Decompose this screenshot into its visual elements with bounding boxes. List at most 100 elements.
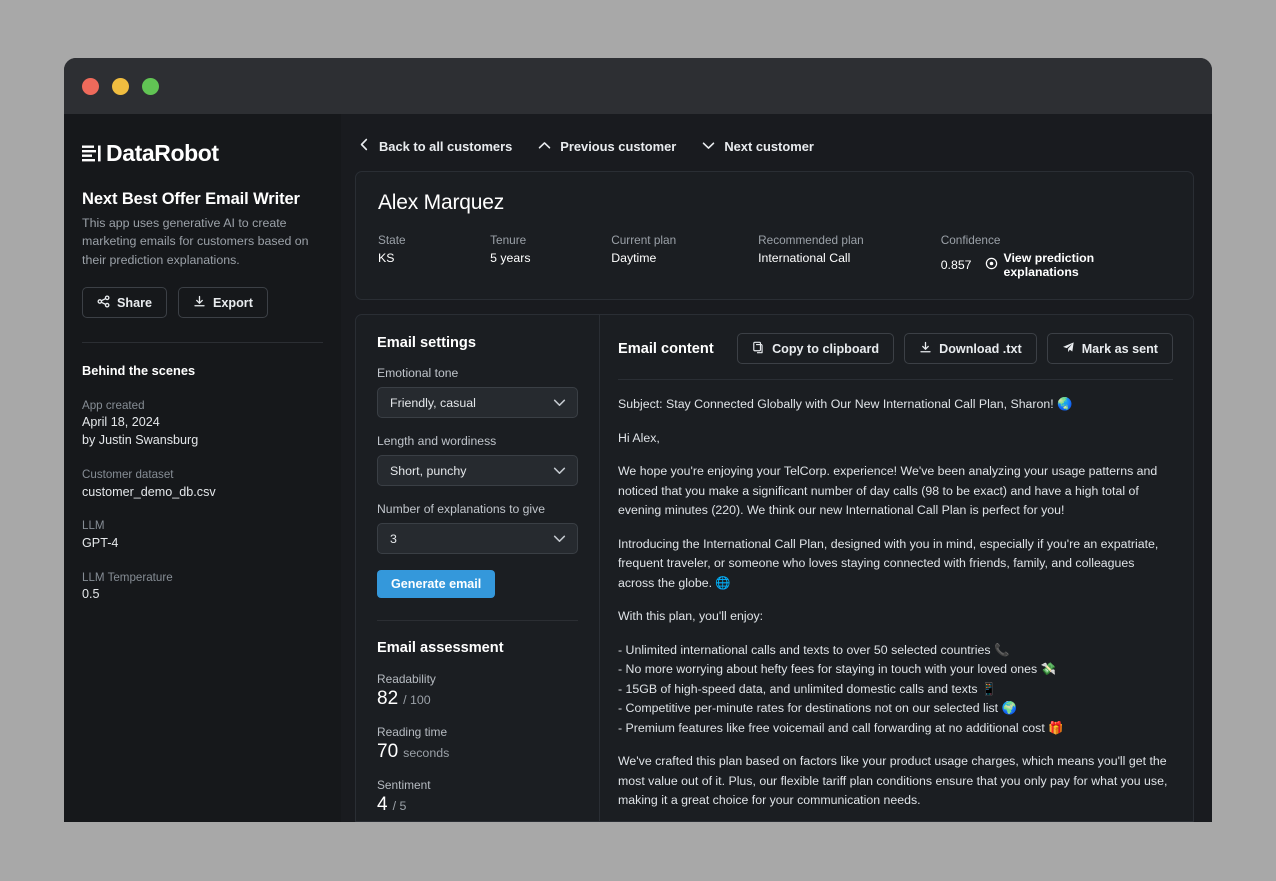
list-item: - Unlimited international calls and text… (618, 642, 1010, 657)
customer-facts: State KS Tenure 5 years Current plan Day… (378, 233, 1171, 279)
app-description: This app uses generative AI to create ma… (82, 216, 309, 267)
email-settings-title: Email settings (377, 335, 476, 351)
fact-value-row: 0.857 View prediction explanations (941, 251, 1171, 279)
email-content-pane: Email content Copy to clipboard Download… (600, 315, 1193, 821)
eye-target-icon (985, 257, 998, 273)
metric-number: 82 (377, 688, 399, 709)
customer-summary-card: Alex Marquez State KS Tenure 5 years Cur… (355, 171, 1194, 300)
customer-name: Alex Marquez (378, 191, 504, 214)
email-paragraph-3: We've crafted this plan based on factors… (618, 754, 1168, 807)
meta-value: customer_demo_db.csv (82, 484, 216, 499)
download-txt-button[interactable]: Download .txt (904, 333, 1037, 364)
metric-sentiment: Sentiment 4 / 5 (377, 778, 578, 816)
mark-as-sent-label: Mark as sent (1081, 341, 1158, 356)
fact-value: International Call (758, 251, 851, 265)
view-prediction-explanations-link[interactable]: View prediction explanations (985, 251, 1172, 279)
fact-value: 5 years (490, 251, 531, 265)
fact-label: Tenure (490, 233, 527, 247)
meta-customer-dataset: Customer dataset customer_demo_db.csv (82, 466, 323, 501)
app-title: Next Best Offer Email Writer (82, 190, 300, 208)
fact-label: Current plan (611, 233, 677, 247)
meta-llm: LLM GPT-4 (82, 517, 323, 552)
share-icon (97, 295, 110, 311)
behind-the-scenes-title: Behind the scenes (82, 363, 196, 379)
emotional-tone-label: Emotional tone (377, 366, 459, 380)
sidebar-divider (82, 342, 323, 344)
share-button[interactable]: Share (82, 287, 168, 319)
meta-label: LLM (82, 519, 105, 533)
number-of-explanations-label: Number of explanations to give (377, 502, 546, 516)
metric-label: Reading time (377, 725, 448, 739)
copy-to-clipboard-label: Copy to clipboard (772, 341, 880, 356)
mark-as-sent-button[interactable]: Mark as sent (1046, 333, 1173, 364)
window-titlebar (64, 58, 1212, 114)
main-content: Back to all customers Previous customer … (341, 114, 1212, 822)
email-benefit-list: - Unlimited international calls and text… (618, 641, 1169, 739)
meta-label: Customer dataset (82, 468, 174, 482)
fact-value: KS (378, 251, 395, 265)
chevron-down-icon (553, 464, 566, 478)
window-close-button[interactable] (82, 77, 99, 95)
meta-label: LLM Temperature (82, 570, 173, 584)
metric-reading-time: Reading time 70 seconds (377, 725, 578, 763)
email-content-header: Email content Copy to clipboard Download… (618, 333, 1173, 380)
fact-value: Daytime (611, 251, 657, 265)
metric-unit: / 100 (403, 693, 431, 707)
datarobot-logo-icon (82, 144, 104, 164)
back-to-all-customers-button[interactable]: Back to all customers (359, 136, 512, 156)
list-item: - Competitive per-minute rates for desti… (618, 701, 1017, 715)
generate-email-button[interactable]: Generate email (377, 570, 496, 598)
emotional-tone-value: Friendly, casual (390, 395, 476, 410)
app-logo-text: DataRobot (106, 140, 219, 166)
meta-value: 0.5 (82, 587, 100, 602)
fact-state: State KS (378, 233, 490, 265)
customer-navigation: Back to all customers Previous customer … (355, 136, 1194, 156)
fact-label: Recommended plan (758, 233, 864, 247)
export-button-label: Export (213, 295, 253, 310)
metric-label: Sentiment (377, 778, 431, 792)
download-icon (193, 295, 206, 311)
send-icon (1062, 341, 1075, 357)
copy-to-clipboard-button[interactable]: Copy to clipboard (737, 333, 895, 364)
metric-label: Readability (377, 672, 436, 686)
previous-customer-button[interactable]: Previous customer (538, 137, 676, 156)
back-to-all-customers-label: Back to all customers (379, 138, 513, 154)
email-content-title: Email content (618, 340, 714, 357)
fact-label: Confidence (940, 233, 1001, 247)
emotional-tone-select[interactable]: Friendly, casual (377, 387, 578, 418)
meta-llm-temperature: LLM Temperature 0.5 (82, 569, 323, 604)
meta-value: April 18, 2024 (82, 415, 160, 430)
number-of-explanations-select[interactable]: 3 (377, 523, 578, 554)
list-item: - 15GB of high-speed data, and unlimited… (618, 681, 997, 696)
app-logo: DataRobot (82, 140, 323, 167)
view-prediction-explanations-label: View prediction explanations (1003, 251, 1095, 279)
share-button-label: Share (117, 295, 153, 310)
chevron-left-icon (359, 138, 370, 154)
meta-value-author: by Justin Swansburg (82, 433, 199, 448)
email-assessment-title: Email assessment (377, 640, 504, 656)
clipboard-icon (752, 341, 765, 357)
list-item: - Premium features like free voicemail a… (618, 720, 1064, 735)
metric-unit: / 5 (392, 799, 407, 813)
meta-app-created: App created April 18, 2024 by Justin Swa… (82, 397, 323, 450)
next-customer-button[interactable]: Next customer (702, 137, 814, 156)
app-window: DataRobot Next Best Offer Email Writer T… (64, 58, 1212, 822)
length-wordiness-select[interactable]: Short, punchy (377, 455, 578, 486)
metric-value-row: 70 seconds (377, 741, 578, 763)
window-body: DataRobot Next Best Offer Email Writer T… (64, 114, 1212, 822)
chevron-up-icon (538, 139, 551, 154)
fact-current-plan: Current plan Daytime (611, 233, 758, 265)
previous-customer-label: Previous customer (560, 138, 677, 154)
window-minimize-button[interactable] (112, 77, 129, 95)
confidence-value: 0.857 (940, 258, 972, 272)
length-wordiness-label: Length and wordiness (377, 434, 497, 448)
window-maximize-button[interactable] (142, 77, 159, 95)
sidebar-actions: Share Export (82, 287, 323, 319)
metric-readability: Readability 82 / 100 (377, 672, 578, 710)
metric-unit: seconds (403, 746, 450, 760)
email-settings-pane: Email settings Emotional tone Friendly, … (356, 315, 600, 821)
export-button[interactable]: Export (178, 287, 268, 319)
sidebar: DataRobot Next Best Offer Email Writer T… (64, 114, 341, 822)
next-customer-label: Next customer (724, 138, 814, 154)
meta-label: App created (82, 399, 145, 413)
